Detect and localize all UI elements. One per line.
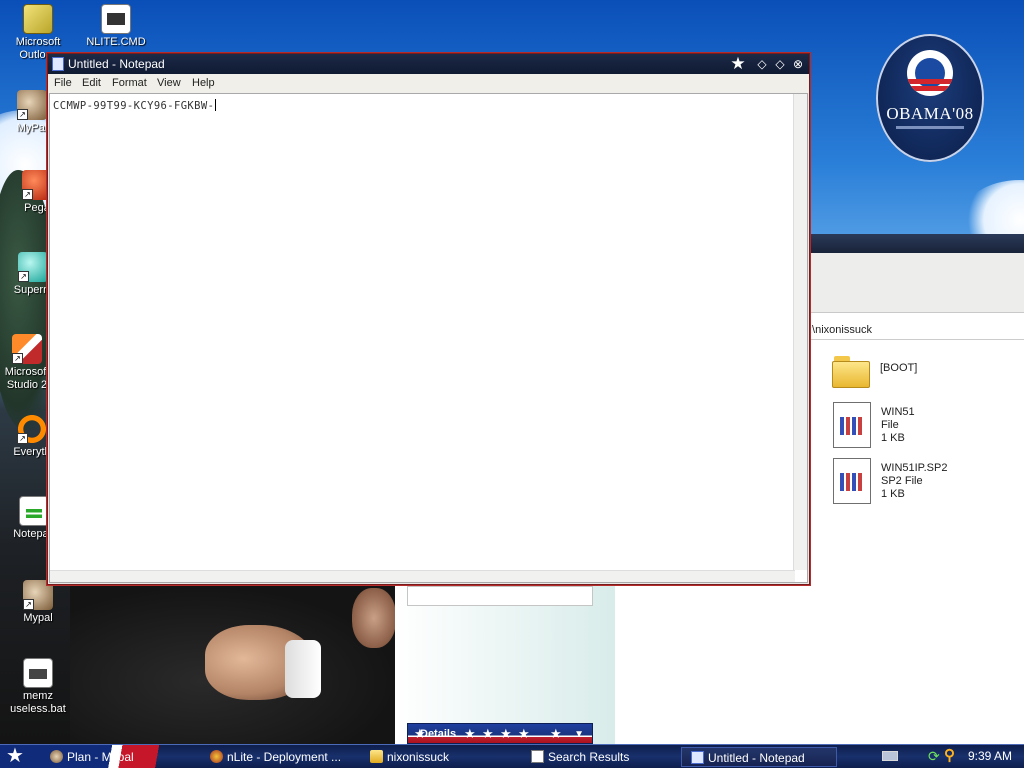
notepad-icon (691, 751, 704, 764)
campaign-badge: OBAMA'08 (876, 34, 984, 162)
star-icon: ★ (550, 726, 562, 741)
folder-icon (832, 356, 870, 388)
file-item[interactable]: WIN51IP.SP2 SP2 File 1 KB (833, 458, 1024, 510)
window-title: Untitled - Notepad (68, 57, 165, 71)
menu-format[interactable]: Format (112, 77, 147, 89)
taskbar-item-label: Untitled - Notepad (708, 751, 805, 765)
notepad-text-area[interactable]: CCMWP-99T99-KCY96-FGKBW- (49, 93, 808, 583)
taskbar: ★ Plan - Mypal nLite - Deployment ... ni… (0, 744, 1024, 768)
bat-file-icon (23, 658, 53, 688)
file-item[interactable]: [BOOT] (832, 350, 1024, 402)
desktop-icon-memz-bat[interactable]: memz useless.bat (0, 658, 76, 716)
clock[interactable]: 9:39 AM (968, 745, 1012, 768)
star-icon: ★ (464, 726, 476, 741)
taskbar-item-mypal[interactable]: Plan - Mypal (50, 747, 200, 767)
desktop-icon-label: memz useless.bat (10, 690, 66, 715)
menu-help[interactable]: Help (192, 77, 215, 89)
campaign-logo-icon (907, 50, 953, 96)
star-icon: ★ (518, 726, 530, 741)
chevron-down-icon: ▼ (574, 729, 584, 740)
taskbar-item-notepad[interactable]: Untitled - Notepad (681, 747, 837, 767)
start-star-icon: ★ (6, 745, 24, 767)
file-icon (833, 458, 871, 504)
wallpaper-hand (352, 588, 396, 648)
minimize-button[interactable]: ◇ (754, 56, 770, 72)
menu-edit[interactable]: Edit (82, 77, 101, 89)
maximize-button[interactable]: ◇ (772, 56, 788, 72)
nlite-icon (210, 750, 223, 763)
star-button[interactable]: ★ (730, 55, 746, 72)
notepad-window: Untitled - Notepad ★ ◇ ◇ ⊗ File Edit For… (47, 53, 810, 585)
desktop-icon-label: Pega (24, 202, 50, 214)
shortcut-arrow-icon: ↗ (12, 353, 23, 364)
desktop-icon-label: MyPal (16, 122, 48, 134)
notepad-icon (52, 57, 64, 71)
file-size: 1 KB (881, 488, 905, 500)
desktop-icon-label: Microsoft Studio 2 (4, 366, 50, 391)
desktop-icon-nlite-cmd[interactable]: NLITE.CMD (78, 4, 154, 49)
star-icon: ★ (500, 726, 512, 741)
horizontal-scrollbar[interactable] (50, 570, 795, 582)
file-icon (833, 402, 871, 448)
outlook-icon (23, 4, 53, 34)
system-tray: ⟳ ⚲ 9:39 AM (864, 745, 1024, 768)
file-type: File (881, 419, 899, 431)
text-caret (215, 99, 217, 111)
menu-view[interactable]: View (157, 77, 181, 89)
file-name: WIN51 (881, 406, 915, 418)
shortcut-arrow-icon: ↗ (22, 189, 33, 200)
menu-file[interactable]: File (54, 77, 72, 89)
sync-icon[interactable]: ⟳ (928, 747, 940, 765)
notepad-icon (19, 496, 49, 526)
supermium-icon: ↗ (18, 252, 48, 282)
folder-icon (370, 750, 383, 763)
search-icon[interactable]: ⚲ (944, 747, 955, 765)
badge-divider (896, 126, 964, 129)
file-item[interactable]: WIN51 File 1 KB (833, 402, 1024, 454)
visual-studio-icon: ↗ (12, 334, 42, 364)
mypal-icon: ↗ (17, 90, 47, 120)
file-type: SP2 File (881, 475, 923, 487)
address-text: :\nixonissuck (809, 324, 872, 336)
desktop-icon-label: Everyth (13, 446, 51, 458)
details-panel-header[interactable]: Details ★ ★ ★ ★ ★ ★ ▼ (407, 723, 593, 744)
taskbar-item-label: nixonissuck (387, 750, 450, 764)
shortcut-arrow-icon: ↗ (23, 599, 34, 610)
star-icon: ★ (414, 726, 426, 741)
typed-text: CCMWP-99T99-KCY96-FGKBW- (53, 100, 215, 112)
taskbar-item-label: Search Results (548, 750, 630, 764)
mypal-icon (50, 750, 63, 763)
star-icon: ★ (482, 726, 494, 741)
wallpaper-cuff (285, 640, 321, 698)
close-button[interactable]: ⊗ (790, 56, 806, 72)
notepad-title-bar[interactable]: Untitled - Notepad ★ ◇ ◇ ⊗ (48, 54, 809, 74)
file-name: [BOOT] (880, 362, 918, 374)
text-content: CCMWP-99T99-KCY96-FGKBW- (53, 99, 217, 112)
taskbar-item-label: Plan - Mypal (67, 750, 134, 764)
vertical-scrollbar[interactable] (793, 94, 807, 570)
search-results-icon (531, 750, 544, 763)
keyboard-icon[interactable] (882, 751, 898, 761)
taskbar-item-nlite[interactable]: nLite - Deployment ... (210, 747, 360, 767)
desktop-icon-mypal-2[interactable]: ↗ Mypal (0, 580, 76, 625)
taskbar-item-label: nLite - Deployment ... (227, 750, 342, 764)
notepad-menu-bar: File Edit Format View Help (48, 74, 809, 93)
shortcut-arrow-icon: ↗ (18, 271, 29, 282)
file-size: 1 KB (881, 432, 905, 444)
desktop-icon-label: Mypal (23, 612, 53, 624)
everything-icon: ↗ (17, 414, 47, 444)
desktop-icon-label: NLITE.CMD (86, 36, 146, 48)
badge-text: OBAMA'08 (886, 104, 974, 123)
taskbar-item-nixonissuck[interactable]: nixonissuck (370, 747, 520, 767)
taskbar-item-search-results[interactable]: Search Results (531, 747, 681, 767)
file-name: WIN51IP.SP2 (881, 462, 948, 474)
task-pane-box (407, 586, 593, 606)
shortcut-arrow-icon: ↗ (17, 109, 28, 120)
shortcut-arrow-icon: ↗ (17, 433, 28, 444)
cmd-file-icon (101, 4, 131, 34)
